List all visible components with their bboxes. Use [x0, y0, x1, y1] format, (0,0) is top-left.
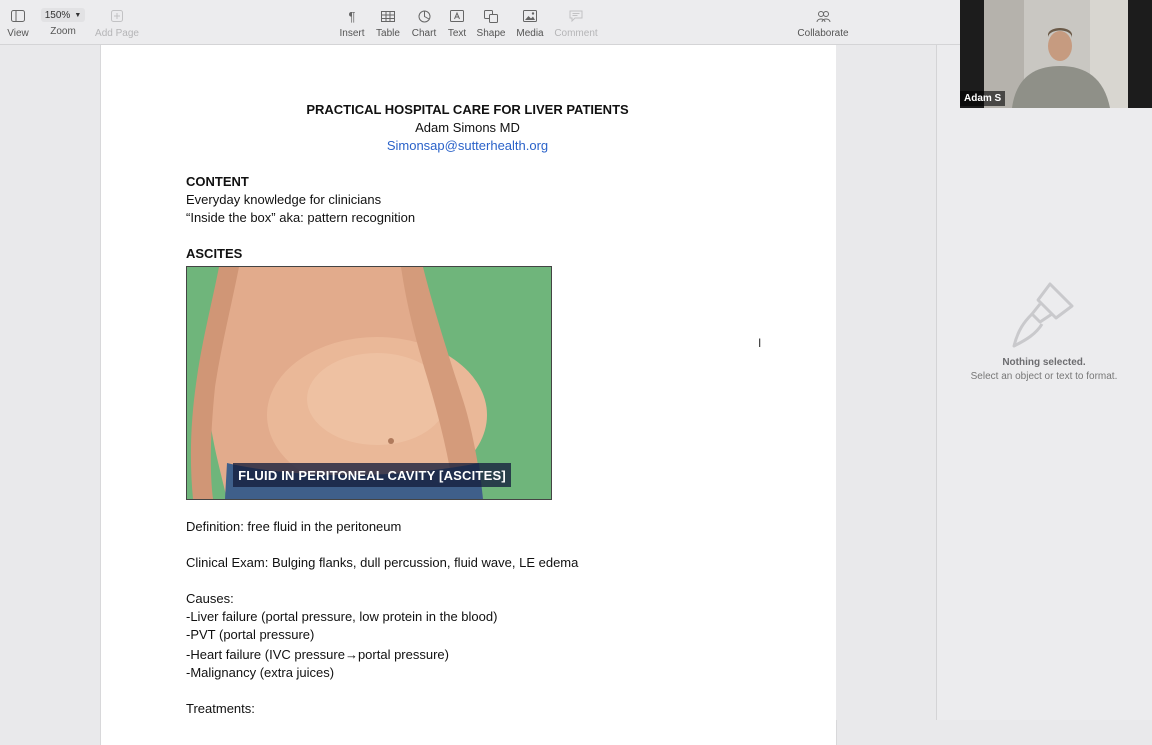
add-page-button[interactable]: Add Page	[95, 8, 139, 42]
table-button[interactable]: Table	[374, 8, 402, 42]
document-title: PRACTICAL HOSPITAL CARE FOR LIVER PATIEN…	[306, 102, 629, 117]
ascites-image[interactable]: FLUID IN PERITONEAL CAVITY [ASCITES]	[186, 266, 552, 500]
view-label: View	[7, 28, 29, 39]
cause-item: -Malignancy (extra juices)	[186, 665, 335, 680]
content-heading: CONTENT	[186, 174, 249, 189]
shape-label: Shape	[476, 28, 506, 39]
shape-button[interactable]: Shape	[477, 8, 505, 42]
inspector-message: Nothing selected. Select an object or te…	[936, 357, 1152, 382]
media-button[interactable]: Media	[514, 8, 546, 42]
paintbrush-icon	[1010, 278, 1078, 355]
media-label: Media	[516, 28, 544, 39]
document-email-link[interactable]: Simonsap@sutterhealth.org	[100, 137, 835, 155]
ascites-heading: ASCITES	[186, 246, 243, 261]
zoom-button[interactable]: 150% ▼ Zoom	[40, 8, 86, 42]
format-inspector	[936, 45, 1152, 720]
sidebar-icon	[9, 8, 27, 24]
insert-label: Insert	[339, 28, 365, 39]
zoom-select[interactable]: 150% ▼	[41, 8, 85, 22]
table-icon	[379, 8, 397, 24]
chart-icon	[415, 8, 433, 24]
shape-icon	[482, 8, 500, 24]
collaborate-icon	[814, 8, 832, 24]
collaborate-button[interactable]: Collaborate	[796, 8, 850, 42]
treatments-heading: Treatments:	[186, 701, 255, 716]
cause-item: -PVT (portal pressure)	[186, 627, 315, 642]
zoom-value: 150%	[44, 9, 71, 21]
text-box-icon	[448, 8, 466, 24]
comment-button[interactable]: Comment	[554, 8, 598, 42]
add-page-icon	[108, 8, 126, 24]
content-line: Everyday knowledge for clinicians	[186, 192, 382, 207]
table-label: Table	[376, 28, 400, 39]
causes-heading: Causes:	[186, 591, 234, 606]
comment-label: Comment	[554, 28, 598, 39]
nothing-selected-title: Nothing selected.	[1002, 357, 1086, 368]
video-thumbnail[interactable]: Adam S	[960, 0, 1152, 108]
zoom-label: Zoom	[50, 26, 76, 37]
collaborate-label: Collaborate	[797, 28, 849, 39]
text-label: Text	[447, 28, 467, 39]
nothing-selected-subtitle: Select an object or text to format.	[970, 371, 1118, 382]
media-icon	[521, 8, 539, 24]
canvas-right-margin	[836, 45, 936, 720]
chart-button[interactable]: Chart	[410, 8, 438, 42]
participant-name: Adam S	[960, 91, 1006, 106]
image-caption: FLUID IN PERITONEAL CAVITY [ASCITES]	[233, 463, 511, 487]
clinical-exam-text: Clinical Exam: Bulging flanks, dull perc…	[186, 555, 579, 570]
definition-text: Definition: free fluid in the peritoneum	[186, 519, 402, 534]
comment-icon	[567, 8, 585, 24]
chevron-down-icon: ▼	[74, 11, 82, 19]
view-button[interactable]: View	[6, 8, 30, 42]
add-page-label: Add Page	[95, 28, 139, 39]
cause-item: -Liver failure (portal pressure, low pro…	[186, 609, 498, 624]
cause-item: -Heart failure (IVC pressure→portal pres…	[186, 647, 449, 662]
text-cursor-icon: I	[758, 336, 762, 350]
pilcrow-icon: ¶	[348, 8, 356, 24]
text-button[interactable]: Text	[443, 8, 471, 42]
content-line: “Inside the box” aka: pattern recognitio…	[186, 210, 416, 225]
canvas-left-margin	[0, 45, 100, 720]
document-author: Adam Simons MD	[415, 120, 520, 135]
insert-button[interactable]: ¶ Insert	[338, 8, 366, 42]
chart-label: Chart	[411, 28, 437, 39]
